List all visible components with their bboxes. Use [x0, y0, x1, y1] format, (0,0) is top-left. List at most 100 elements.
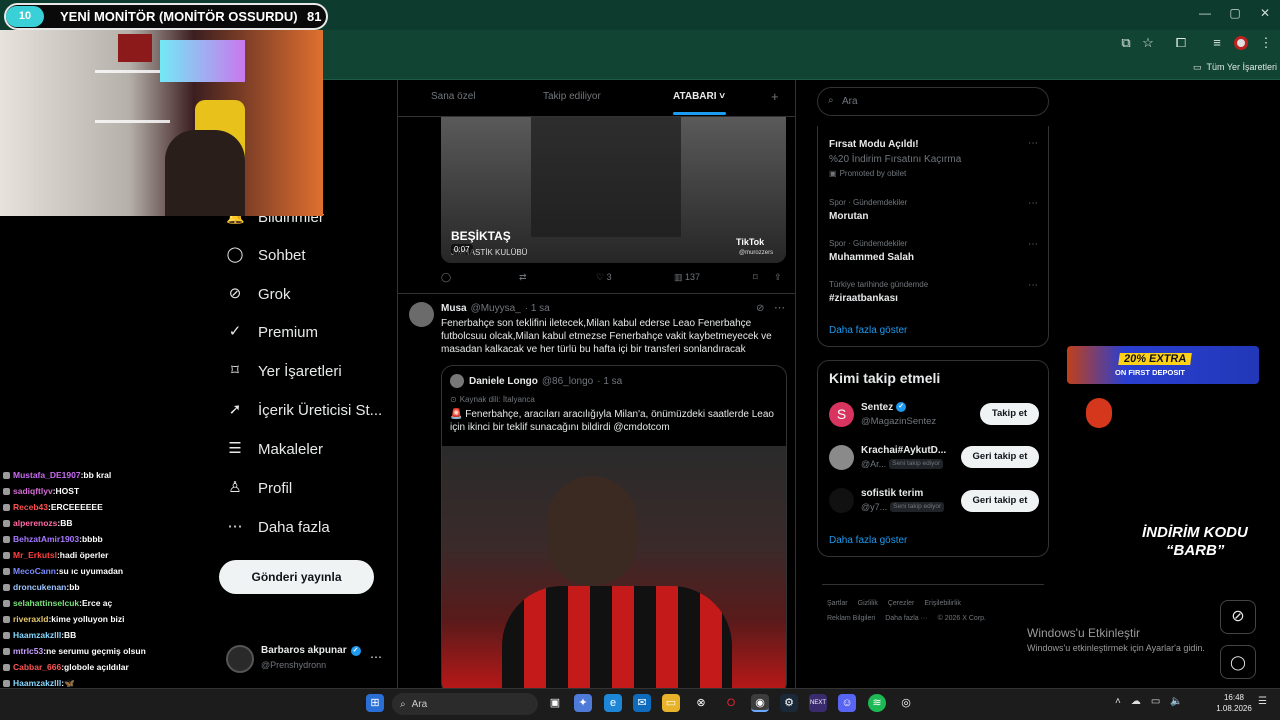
nav-creator-studio[interactable]: ➚ İçerik Üreticisi St...: [226, 398, 382, 422]
start-icon[interactable]: ⊞: [366, 694, 384, 712]
system-tray[interactable]: ˄ ☁ ▭ 🔈: [1115, 696, 1183, 707]
media-icon[interactable]: ≡: [1208, 35, 1226, 50]
grok-floating-button[interactable]: ⊘: [1220, 600, 1256, 634]
app-icon[interactable]: NEXT: [809, 694, 827, 712]
chat-username[interactable]: Cabbar_666: [13, 659, 61, 675]
like-button[interactable]: ♡ 3: [596, 272, 612, 283]
promo-title[interactable]: Fırsat Modu Açıldı!: [829, 139, 919, 150]
opera-icon[interactable]: O: [722, 694, 740, 712]
minimize-icon[interactable]: —: [1190, 6, 1220, 20]
follow-name[interactable]: Sentez ✓: [861, 402, 907, 413]
follow-back-button[interactable]: Geri takip et: [961, 490, 1039, 512]
badge-icon: [3, 535, 10, 543]
profile-avatar[interactable]: [1234, 36, 1248, 50]
search-input[interactable]: ⌕ Ara: [817, 87, 1049, 116]
copilot-icon[interactable]: ✦: [574, 694, 592, 712]
grok-icon[interactable]: ⊘: [756, 303, 764, 314]
avatar[interactable]: [409, 302, 434, 327]
spotify-icon[interactable]: ≋: [868, 694, 886, 712]
post-button[interactable]: Gönderi yayınla: [219, 560, 374, 594]
more-icon[interactable]: ⋯: [774, 301, 785, 314]
close-icon[interactable]: ✕: [1250, 6, 1280, 20]
more-icon[interactable]: ⋯: [1028, 239, 1038, 250]
nav-grok[interactable]: ⊘ Grok: [226, 282, 291, 306]
chat-text: Erce aç: [81, 598, 113, 608]
quoted-post[interactable]: Daniele Longo @86_longo · 1 sa ⊙ Kaynak …: [441, 365, 787, 688]
messages-floating-button[interactable]: ◯: [1220, 645, 1256, 679]
add-tab-icon[interactable]: +: [771, 89, 779, 104]
chat-username[interactable]: BehzatAmir1903: [13, 531, 79, 547]
post-author[interactable]: Musa: [441, 303, 467, 314]
follow-name[interactable]: Krachai#AykutD...: [861, 445, 946, 456]
trend-item[interactable]: Muhammed Salah: [829, 252, 914, 263]
chat-username[interactable]: mtrlc53: [13, 643, 43, 659]
nav-chat[interactable]: ◯ Sohbet: [226, 243, 306, 267]
nav-articles[interactable]: ☰ Makaleler: [226, 437, 323, 461]
chat-text: su ıc uyumadan: [58, 566, 124, 576]
chat-username[interactable]: Haamzakzlll: [13, 627, 61, 643]
post-actions: ◯ ⇄ ♡ 3 ▥ 137 ⌑ ⇪: [441, 272, 786, 286]
taskbar-search[interactable]: ⌕ Ara: [392, 693, 538, 715]
notifications-icon[interactable]: ☰: [1258, 696, 1267, 707]
obs-icon[interactable]: ◎: [897, 694, 915, 712]
follow-button[interactable]: Takip et: [980, 403, 1039, 425]
tab-following[interactable]: Takip ediliyor: [543, 91, 601, 102]
avatar[interactable]: S: [829, 402, 854, 427]
avatar[interactable]: [829, 488, 854, 513]
chat-username[interactable]: sadiqftlyv: [13, 483, 53, 499]
trend-item[interactable]: Morutan: [829, 211, 868, 222]
chat-username[interactable]: Mustafa_DE1907: [13, 467, 81, 483]
show-more-link[interactable]: Daha fazla göster: [829, 325, 907, 336]
xbox-icon[interactable]: ⊗: [692, 694, 710, 712]
menu-icon[interactable]: ⋮: [1257, 35, 1275, 51]
chat-username[interactable]: MecoCann: [13, 563, 56, 579]
clock[interactable]: 16:48 1.08.2026: [1214, 692, 1254, 714]
chat-username[interactable]: Receb43: [13, 499, 48, 515]
more-icon[interactable]: ⋯: [1028, 198, 1038, 209]
maximize-icon[interactable]: ▢: [1220, 6, 1250, 20]
player-photo[interactable]: [442, 446, 786, 688]
follow-back-button[interactable]: Geri takip et: [961, 446, 1039, 468]
account-name[interactable]: Barbaros akpunar ✓: [261, 645, 361, 656]
chat-username[interactable]: selahattinselcuk: [13, 595, 79, 611]
more-icon[interactable]: ⋯: [1028, 138, 1038, 149]
outlook-icon[interactable]: ✉: [633, 694, 651, 712]
led-panel: [160, 40, 245, 82]
more-icon[interactable]: ⋯: [1028, 280, 1038, 291]
badge-icon: [3, 583, 10, 591]
cast-icon[interactable]: ⧉: [1117, 35, 1135, 51]
bookmark-icon[interactable]: ⌑: [753, 272, 758, 283]
avatar[interactable]: [829, 445, 854, 470]
chat-username[interactable]: riveraxld: [13, 611, 48, 627]
chat-username[interactable]: Mr_Erkutsl: [13, 547, 57, 563]
reply-icon[interactable]: ◯: [441, 272, 451, 283]
repost-icon[interactable]: ⇄: [519, 272, 527, 283]
footer-links: Şartlar Gizlilik Çerezler Erişilebilirli…: [827, 600, 961, 607]
verified-icon: ✓: [896, 402, 907, 412]
avatar[interactable]: [226, 645, 254, 673]
edge-icon[interactable]: e: [604, 694, 622, 712]
tab-for-you[interactable]: Sana özel: [431, 91, 475, 102]
nav-more[interactable]: ⋯ Daha fazla: [226, 515, 330, 539]
show-more-link[interactable]: Daha fazla göster: [829, 535, 907, 546]
discord-icon[interactable]: ☺: [838, 694, 856, 712]
chat-username[interactable]: alperenozs: [13, 515, 57, 531]
extensions-icon[interactable]: ⧠: [1172, 35, 1190, 51]
steam-icon[interactable]: ⚙: [780, 694, 798, 712]
video-player[interactable]: BEŞİKTAŞ JİMNASTİK KULÜBÜ 0:07 TikTok @m…: [441, 117, 786, 263]
nav-premium[interactable]: ✓ Premium: [226, 320, 318, 344]
chat-username[interactable]: droncukenan: [13, 579, 66, 595]
account-menu-icon[interactable]: ⋯: [370, 650, 382, 664]
nav-profile[interactable]: ♙ Profil: [226, 476, 292, 500]
share-icon[interactable]: ⇪: [774, 272, 782, 283]
trend-item[interactable]: #ziraatbankası: [829, 293, 898, 304]
explorer-icon[interactable]: ▭: [662, 694, 680, 712]
bookmarks-folder[interactable]: ▭ Tüm Yer İşaretleri: [1193, 62, 1277, 73]
star-icon[interactable]: ☆: [1139, 35, 1157, 51]
taskview-icon[interactable]: ▣: [546, 694, 564, 712]
follow-name[interactable]: sofistik terim: [861, 488, 923, 499]
nav-bookmarks[interactable]: ⌑ Yer İşaretleri: [226, 359, 342, 383]
views-button[interactable]: ▥ 137: [674, 272, 700, 283]
chrome-icon[interactable]: ◉: [751, 694, 769, 712]
tab-atabari[interactable]: ATABARI ˅: [673, 91, 725, 102]
